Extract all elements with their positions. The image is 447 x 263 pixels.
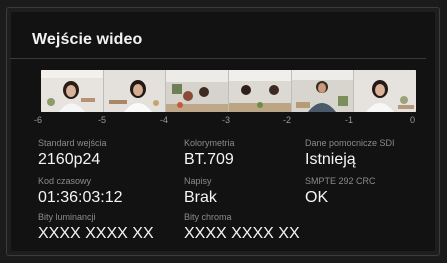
luma-bits-field: Bity luminancji XXXX XXXX XX — [38, 212, 154, 243]
ancillary-data-label: Dane pomocnicze SDI — [305, 138, 395, 148]
captions-label: Napisy — [184, 176, 212, 186]
chroma-bits-label: Bity chroma — [184, 212, 232, 222]
tick-label: 0 — [410, 115, 416, 125]
panel-title: Wejście wideo — [32, 31, 143, 48]
tick-label: -4 — [160, 115, 169, 125]
colorimetry-label: Kolorymetria — [184, 138, 235, 148]
luma-bits-value: XXXX XXXX XX — [38, 225, 154, 242]
title-divider — [10, 58, 426, 59]
filmstrip-frame-woman-3 — [354, 70, 416, 112]
tick-label: -3 — [222, 115, 231, 125]
luma-bits-label: Bity luminancji — [38, 212, 96, 222]
smpte-crc-field: SMPTE 292 CRC OK — [305, 176, 376, 207]
filmstrip-frame-woman-1 — [41, 70, 104, 112]
tick-label: -5 — [98, 115, 107, 125]
filmstrip-frame-kitchen-2 — [229, 70, 292, 112]
captions-field: Napisy Brak — [184, 176, 217, 207]
captions-value: Brak — [184, 189, 217, 206]
ancillary-data-field: Dane pomocnicze SDI Istnieją — [305, 138, 395, 169]
tick-label: -1 — [345, 115, 354, 125]
tick-label: -6 — [34, 115, 43, 125]
timecode-value: 01:36:03:12 — [38, 189, 123, 206]
smpte-crc-label: SMPTE 292 CRC — [305, 176, 376, 186]
input-standard-field: Standard wejścia 2160p24 — [38, 138, 107, 169]
filmstrip-frame-woman-2 — [103, 70, 167, 112]
chroma-bits-field: Bity chroma XXXX XXXX XX — [184, 212, 300, 243]
input-standard-value: 2160p24 — [38, 151, 101, 168]
ancillary-data-value: Istnieją — [305, 151, 356, 168]
tick-label: -2 — [283, 115, 292, 125]
filmstrip-frame-kitchen-1 — [166, 70, 230, 112]
filmstrip-frame-man — [291, 70, 355, 112]
video-filmstrip — [41, 70, 416, 112]
timecode-label: Kod czasowy — [38, 176, 92, 186]
chroma-bits-value: XXXX XXXX XX — [184, 225, 300, 242]
smpte-crc-value: OK — [305, 189, 329, 206]
timecode-field: Kod czasowy 01:36:03:12 — [38, 176, 123, 207]
filmstrip-frame-offsets: -6 -5 -4 -3 -2 -1 0 — [32, 115, 424, 129]
colorimetry-field: Kolorymetria BT.709 — [184, 138, 235, 169]
input-standard-label: Standard wejścia — [38, 138, 107, 148]
colorimetry-value: BT.709 — [184, 151, 234, 168]
